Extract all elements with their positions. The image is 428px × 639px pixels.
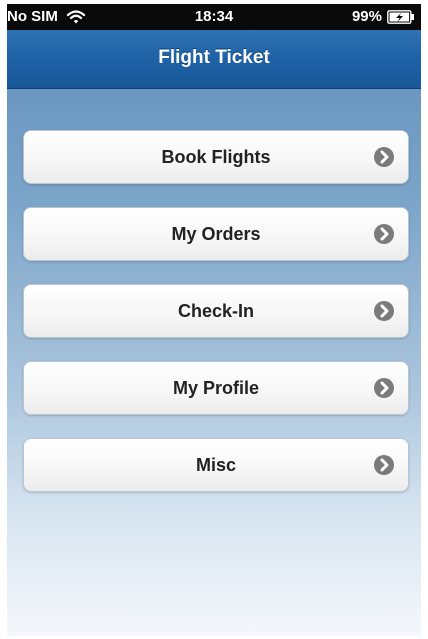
navigation-bar: Flight Ticket: [7, 30, 421, 89]
chevron-right-icon: [374, 378, 394, 398]
my-orders-label: My Orders: [171, 224, 261, 244]
phone-screen: No SIM 18:34 99% Flight Ticket Book Flig…: [7, 4, 421, 636]
battery-percent: 99%: [351, 8, 382, 25]
my-orders-button[interactable]: My Orders: [23, 207, 409, 261]
book-flights-label: Book Flights: [161, 147, 271, 167]
main-menu: Book Flights My Orders Check-In My Profi…: [23, 130, 409, 515]
my-profile-button[interactable]: My Profile: [23, 361, 409, 415]
misc-button[interactable]: Misc: [23, 438, 409, 492]
book-flights-button[interactable]: Book Flights: [23, 130, 409, 184]
chevron-right-icon: [374, 455, 394, 475]
status-right: 99%: [352, 8, 415, 25]
check-in-button[interactable]: Check-In: [23, 284, 409, 338]
chevron-right-icon: [374, 301, 394, 321]
screenshot-frame: No SIM 18:34 99% Flight Ticket Book Flig…: [0, 0, 428, 639]
check-in-label: Check-In: [177, 301, 255, 321]
chevron-right-icon: [374, 147, 394, 167]
status-bar: No SIM 18:34 99%: [7, 4, 421, 30]
page-title: Flight Ticket: [158, 47, 270, 68]
battery-charging-icon: [387, 9, 414, 24]
misc-label: Misc: [195, 455, 237, 475]
my-profile-label: My Profile: [172, 378, 260, 398]
chevron-right-icon: [374, 224, 394, 244]
